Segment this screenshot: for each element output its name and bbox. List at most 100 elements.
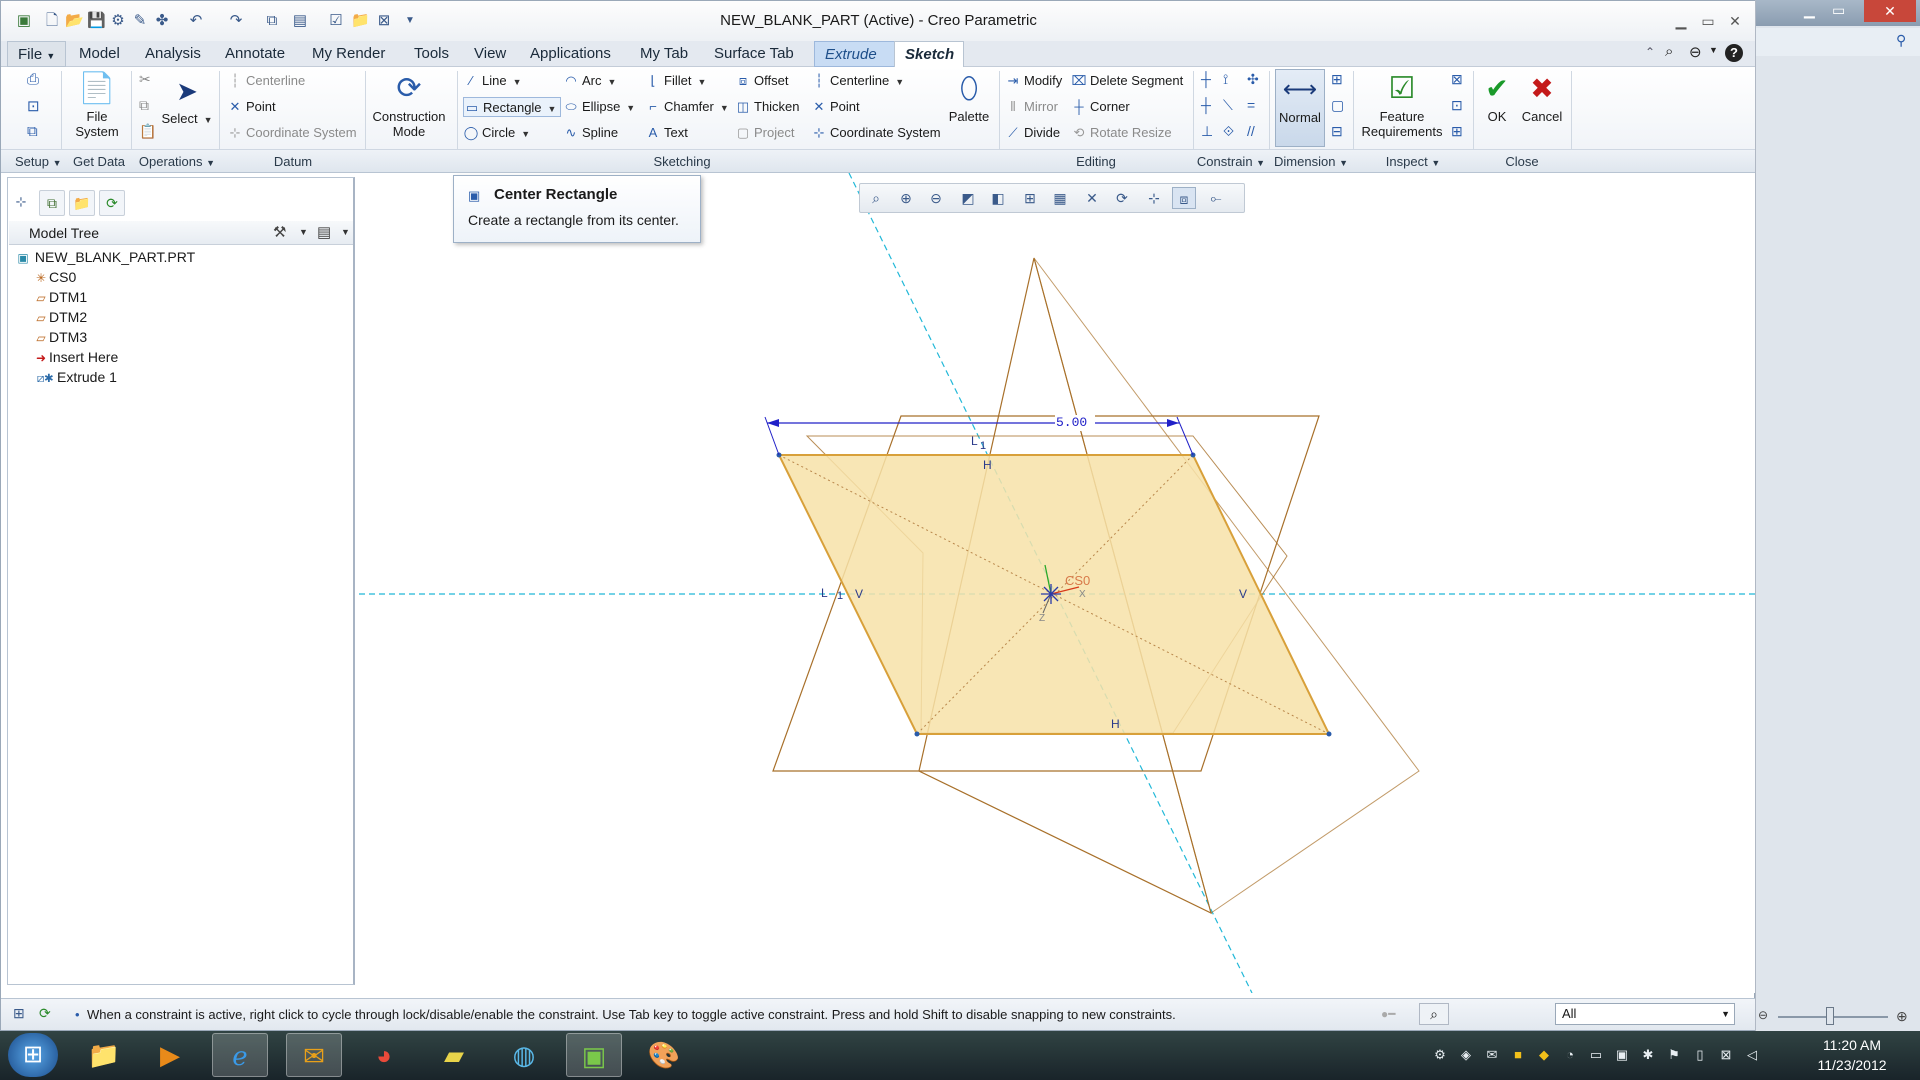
line-button[interactable]: ∕ Line ▼ xyxy=(463,71,522,91)
clock-date[interactable]: 11/23/2012 xyxy=(1804,1057,1900,1073)
sketch-view-icon[interactable]: ⧉ xyxy=(27,123,38,140)
normal-dimension-button[interactable]: ⟷ Normal xyxy=(1275,69,1325,147)
reference-icon[interactable]: ⊡ xyxy=(27,97,40,115)
tab-view[interactable]: View xyxy=(464,41,516,67)
model-tree-tab-icon[interactable]: ⊹ xyxy=(11,191,31,213)
group-setup[interactable]: Setup ▼ xyxy=(7,154,63,169)
annotation-display-icon[interactable]: ⟳ xyxy=(1110,187,1134,209)
sketch-view-icon[interactable]: ⧈ xyxy=(1172,187,1196,209)
sketch-setup-icon[interactable]: ⎙ xyxy=(27,71,39,88)
overlapping-geometry-icon[interactable]: ⊞ xyxy=(1451,123,1463,140)
tray-flag-icon[interactable]: ⚑ xyxy=(1666,1047,1682,1063)
highlight-open-ends-icon[interactable]: ⊠ xyxy=(1451,71,1463,88)
search-icon[interactable]: ⌕ xyxy=(1665,43,1673,60)
close-icon[interactable]: ✕ xyxy=(1725,11,1745,31)
tray-wifi-icon[interactable]: ◔ xyxy=(1562,1047,1578,1063)
tray-network-status-icon[interactable]: ⊠ xyxy=(1718,1047,1734,1063)
divide-button[interactable]: ⟋ Divide xyxy=(1005,123,1060,143)
repaint-view-icon[interactable]: ◩ xyxy=(956,187,980,209)
tangent-constraint-icon[interactable]: ⟟ xyxy=(1223,71,1228,88)
history-icon[interactable]: ⟳ xyxy=(99,190,125,216)
tab-model[interactable]: Model xyxy=(69,41,130,67)
construction-mode-button[interactable]: ⟳ Construction Mode xyxy=(371,69,447,139)
sketch-centerline-button[interactable]: ┆ Centerline ▼ xyxy=(811,71,904,91)
sketch-display-filters-icon[interactable]: ⊹ xyxy=(1142,187,1166,209)
maximize-icon[interactable]: ▭ xyxy=(1698,11,1718,31)
google-earth-icon[interactable]: ◍ xyxy=(496,1033,552,1077)
tab-extrude[interactable]: Extrude xyxy=(814,41,906,67)
internet-explorer-icon[interactable]: ℯ xyxy=(212,1033,268,1077)
display-style-icon[interactable]: ◧ xyxy=(986,187,1010,209)
arc-button[interactable]: ◠ Arc ▼ xyxy=(563,71,616,91)
tray-device-icon[interactable]: ▯ xyxy=(1692,1047,1708,1063)
group-dimension[interactable]: Dimension ▼ xyxy=(1269,154,1353,169)
tree-item-dtm1[interactable]: ▱ DTM1 xyxy=(33,287,87,307)
spline-button[interactable]: ∿ Spline xyxy=(563,123,619,143)
tab-my-render[interactable]: My Render xyxy=(302,41,395,67)
tab-applications[interactable]: Applications xyxy=(520,41,621,67)
fillet-button[interactable]: ⌊ Fillet ▼ xyxy=(645,71,706,91)
help-icon[interactable]: ? xyxy=(1725,44,1743,62)
rotate-resize-button[interactable]: ⟲ Rotate Resize xyxy=(1071,123,1172,143)
find-icon[interactable]: ⌕ xyxy=(1419,1003,1449,1025)
tab-tools[interactable]: Tools xyxy=(404,41,459,67)
equal-constraint-icon[interactable]: = xyxy=(1247,97,1255,113)
datum-display-icon[interactable]: ✕ xyxy=(1080,187,1104,209)
tray-app-icon[interactable]: ◈ xyxy=(1458,1047,1474,1063)
folder-browser-icon[interactable]: ⧉ xyxy=(39,190,65,216)
group-inspect[interactable]: Inspect ▼ xyxy=(1353,154,1473,169)
tree-item-dtm2[interactable]: ▱ DTM2 xyxy=(33,307,87,327)
tree-settings-icon[interactable]: ⚒ xyxy=(273,223,286,241)
browser-toggle-icon[interactable]: ⟳ xyxy=(39,1005,51,1022)
picasa-icon[interactable]: ◕ xyxy=(356,1033,412,1077)
tab-analysis[interactable]: Analysis xyxy=(135,41,211,67)
tray-bluetooth-icon[interactable]: ✱ xyxy=(1640,1047,1656,1063)
graphics-area[interactable]: 5.00 L 1 H L 1 V V H CS0 Z X xyxy=(359,173,1755,993)
view-manager-icon[interactable]: ▦ xyxy=(1048,187,1072,209)
offset-button[interactable]: ⧈ Offset xyxy=(735,71,789,91)
tree-item-part[interactable]: ▣ NEW_BLANK_PART.PRT xyxy=(15,247,195,267)
cut-icon[interactable]: ✂ xyxy=(139,71,151,88)
coincident-constraint-icon[interactable]: ⟍ xyxy=(1223,97,1233,114)
vertical-constraint-icon[interactable]: ┼ xyxy=(1201,71,1211,87)
outlook-icon[interactable]: ✉ xyxy=(286,1033,342,1077)
sketch-point-button[interactable]: ✕ Point xyxy=(811,97,860,117)
thicken-button[interactable]: ◫ Thicken xyxy=(735,97,800,117)
tree-item-dtm3[interactable]: ▱ DTM3 xyxy=(33,327,87,347)
clock-time[interactable]: 11:20 AM xyxy=(1804,1037,1900,1053)
circle-button[interactable]: ◯ Circle ▼ xyxy=(463,123,530,143)
modify-button[interactable]: ⇥ Modify xyxy=(1005,71,1063,91)
zoom-slider-thumb[interactable] xyxy=(1826,1007,1834,1025)
tab-surface-tab[interactable]: Surface Tab xyxy=(704,41,804,67)
mirror-button[interactable]: ⫴ Mirror xyxy=(1005,97,1058,117)
zoom-in-icon[interactable]: ⊕ xyxy=(1896,1008,1908,1025)
feature-requirements-button[interactable]: ☑ Feature Requirements xyxy=(1359,69,1445,139)
tray-network-icon[interactable]: ⚙ xyxy=(1432,1047,1448,1063)
tree-show-dropdown-icon[interactable]: ▼ xyxy=(341,227,350,237)
tray-security-icon[interactable]: ◆ xyxy=(1536,1047,1552,1063)
tab-annotate[interactable]: Annotate xyxy=(215,41,295,67)
zoom-out-icon[interactable]: ⊖ xyxy=(1758,1008,1768,1022)
dimension-value[interactable]: 5.00 xyxy=(1056,415,1087,430)
datum-coordinate-system-button[interactable]: ⊹ Coordinate System xyxy=(227,123,357,143)
maximize-icon[interactable]: ▭ xyxy=(1832,2,1845,19)
side-panel-icon[interactable]: ⚲ xyxy=(1896,32,1906,49)
tray-volume-icon[interactable]: ◁ xyxy=(1744,1047,1760,1063)
ok-button[interactable]: ✔ OK xyxy=(1479,69,1515,124)
creo-taskbar-icon[interactable]: ▣ xyxy=(566,1033,622,1077)
corner-button[interactable]: ┼ Corner xyxy=(1071,97,1129,117)
close-icon[interactable]: ✕ xyxy=(1864,0,1916,22)
baseline-dimension-icon[interactable]: ▢ xyxy=(1331,97,1344,114)
minimize-icon[interactable]: ▁ xyxy=(1804,2,1815,19)
paste-icon[interactable]: 📋 xyxy=(139,123,156,140)
refit-icon[interactable]: ⌕ xyxy=(864,187,888,209)
tree-show-icon[interactable]: ▤ xyxy=(317,223,331,241)
tray-display-icon[interactable]: ▣ xyxy=(1614,1047,1630,1063)
tree-settings-dropdown-icon[interactable]: ▼ xyxy=(299,227,308,237)
navigator-toggle-icon[interactable]: ⊞ xyxy=(13,1005,25,1022)
tree-item-extrude-1[interactable]: ⧄✱ Extrude 1 xyxy=(33,367,117,387)
minimize-ribbon-icon[interactable]: ⌃ xyxy=(1645,45,1655,59)
cancel-button[interactable]: ✖ Cancel xyxy=(1515,69,1569,124)
group-constrain[interactable]: Constrain ▼ xyxy=(1193,154,1269,169)
windows-start-icon[interactable]: ⊞ xyxy=(8,1033,58,1077)
